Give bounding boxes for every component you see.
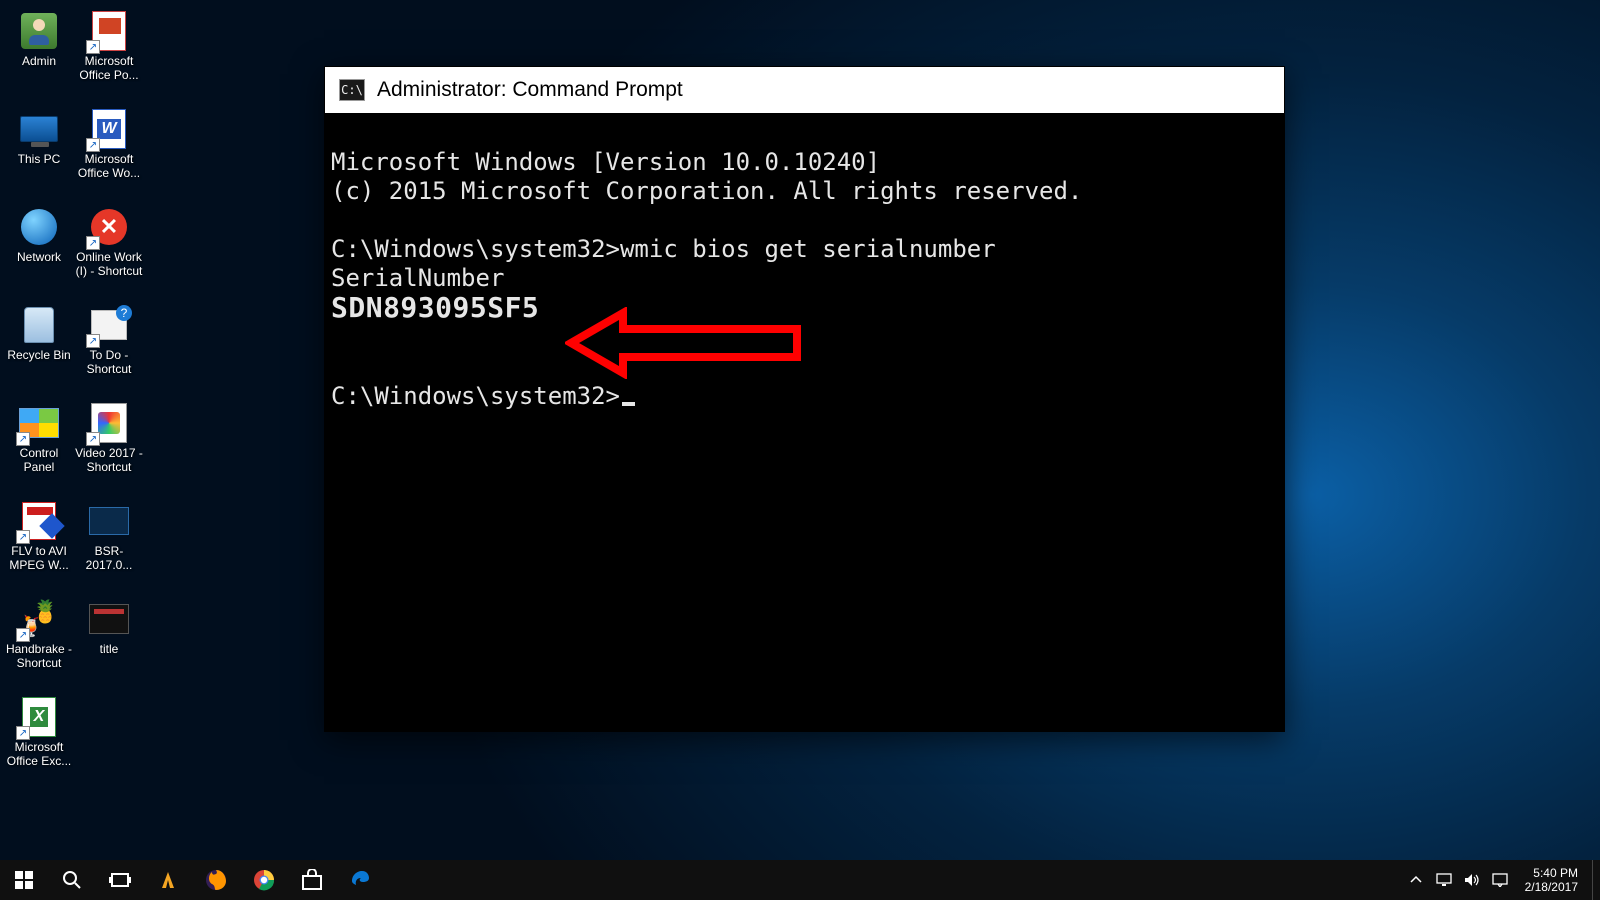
desktop-icon-x[interactable]: ✕↗Online Work (I) - Shortcut [74,204,144,300]
network-icon [1436,873,1452,887]
pc-icon [18,108,60,150]
taskbar-app-edge[interactable] [336,860,384,900]
cmd-line-copyright: (c) 2015 Microsoft Corporation. All righ… [331,177,1082,205]
cmd-output-serial: SDN893095SF5 [331,291,539,324]
shortcut-overlay-icon: ↗ [86,432,100,446]
cmd-prompt-2: C:\Windows\system32> [331,382,620,410]
word-icon: W↗ [88,108,130,150]
shortcut-overlay-icon: ↗ [86,334,100,348]
bsr-icon [88,500,130,542]
desktop-icon-bsr[interactable]: BSR-2017.0... [74,498,144,594]
annotation-arrow-icon [565,307,805,379]
winamp-icon [158,870,178,890]
cursor [622,402,635,406]
desktop-icon-todo[interactable]: ↗To Do - Shortcut [74,302,144,398]
cpl-icon: ↗ [18,402,60,444]
tray-network-button[interactable] [1433,873,1455,887]
desktop-icon-user[interactable]: Admin [4,8,74,104]
start-button[interactable] [0,860,48,900]
desktop-icon-label: Microsoft Office Wo... [75,152,143,180]
user-icon [18,10,60,52]
desktop-icon-label: Handbrake - Shortcut [5,642,73,670]
shortcut-overlay-icon: ↗ [16,628,30,642]
tray-action-center-button[interactable] [1489,873,1511,887]
show-desktop-button[interactable] [1592,860,1598,900]
search-icon [62,870,82,890]
desktop-icon-ppt[interactable]: ↗Microsoft Office Po... [74,8,144,104]
firefox-icon [205,869,227,891]
desktop-icon-vid[interactable]: ↗Video 2017 - Shortcut [74,400,144,496]
desktop-icon-net[interactable]: Network [4,204,74,300]
shortcut-overlay-icon: ↗ [16,432,30,446]
desktop-icon-label: Microsoft Office Exc... [5,740,73,768]
shortcut-overlay-icon: ↗ [86,236,100,250]
shortcut-overlay-icon: ↗ [86,138,100,152]
task-view-button[interactable] [96,860,144,900]
desktop-icon-flv[interactable]: ↗FLV to AVI MPEG W... [4,498,74,594]
clock-time: 5:40 PM [1525,866,1578,880]
desktop-icon-label: To Do - Shortcut [75,348,143,376]
search-button[interactable] [48,860,96,900]
todo-icon: ↗ [88,304,130,346]
clock-date: 2/18/2017 [1525,880,1578,894]
desktop-icon-cpl[interactable]: ↗Control Panel [4,400,74,496]
desktop-icon-pc[interactable]: This PC [4,106,74,202]
notifications-icon [1492,873,1508,887]
taskbar-app-store[interactable] [288,860,336,900]
taskbar-app-chrome[interactable] [240,860,288,900]
taskbar-app-firefox[interactable] [192,860,240,900]
cmd-icon: C:\ [339,79,365,101]
desktop-icon-label: Admin [22,54,56,68]
x-icon: ✕↗ [88,206,130,248]
title-icon [88,598,130,640]
shortcut-overlay-icon: ↗ [16,530,30,544]
desktop-icon-label: Recycle Bin [7,348,70,362]
chrome-icon [253,869,275,891]
desktop-icon-label: Online Work (I) - Shortcut [75,250,143,278]
bin-icon [18,304,60,346]
terminal-output[interactable]: Microsoft Windows [Version 10.0.10240] (… [325,113,1284,475]
windows-logo-icon [15,871,33,889]
edge-icon [349,869,371,891]
chevron-up-icon [1410,874,1422,886]
desktop-icon-label: This PC [18,152,61,166]
tray-overflow-button[interactable] [1405,874,1427,886]
taskbar-clock[interactable]: 5:40 PM 2/18/2017 [1517,866,1586,894]
cmd-prompt-1: C:\Windows\system32> [331,235,620,263]
cmd-command: wmic bios get serialnumber [620,235,996,263]
desktop-icon-grid: Admin↗Microsoft Office Po...This PCW↗Mic… [4,8,144,790]
taskbar: 5:40 PM 2/18/2017 [0,860,1600,900]
desktop-icon-label: Control Panel [5,446,73,474]
desktop-icon-title[interactable]: title [74,596,144,692]
command-prompt-window[interactable]: C:\ Administrator: Command Prompt Micros… [324,66,1285,732]
net-icon [18,206,60,248]
desktop-icon-label: title [100,642,119,656]
desktop-icon-label: Microsoft Office Po... [75,54,143,82]
shortcut-overlay-icon: ↗ [16,726,30,740]
window-titlebar[interactable]: C:\ Administrator: Command Prompt [325,67,1284,113]
desktop-icon-label: BSR-2017.0... [75,544,143,572]
desktop-icon-label: Video 2017 - Shortcut [75,446,143,474]
task-view-icon [109,871,131,889]
hb-icon: ↗ [18,598,60,640]
ppt-icon: ↗ [88,10,130,52]
speaker-icon [1464,873,1480,887]
window-title: Administrator: Command Prompt [377,78,683,102]
vid-icon: ↗ [88,402,130,444]
desktop-icon-hb[interactable]: ↗Handbrake - Shortcut [4,596,74,692]
taskbar-app-winamp[interactable] [144,860,192,900]
flv-icon: ↗ [18,500,60,542]
store-icon [301,869,323,891]
xls-icon: X↗ [18,696,60,738]
desktop-icon-word[interactable]: W↗Microsoft Office Wo... [74,106,144,202]
cmd-line-version: Microsoft Windows [Version 10.0.10240] [331,148,880,176]
desktop-icon-bin[interactable]: Recycle Bin [4,302,74,398]
tray-volume-button[interactable] [1461,873,1483,887]
desktop-icon-label: Network [17,250,61,264]
desktop-icon-xls[interactable]: X↗Microsoft Office Exc... [4,694,74,790]
shortcut-overlay-icon: ↗ [86,40,100,54]
desktop-icon-label: FLV to AVI MPEG W... [5,544,73,572]
cmd-output-header: SerialNumber [331,264,504,292]
